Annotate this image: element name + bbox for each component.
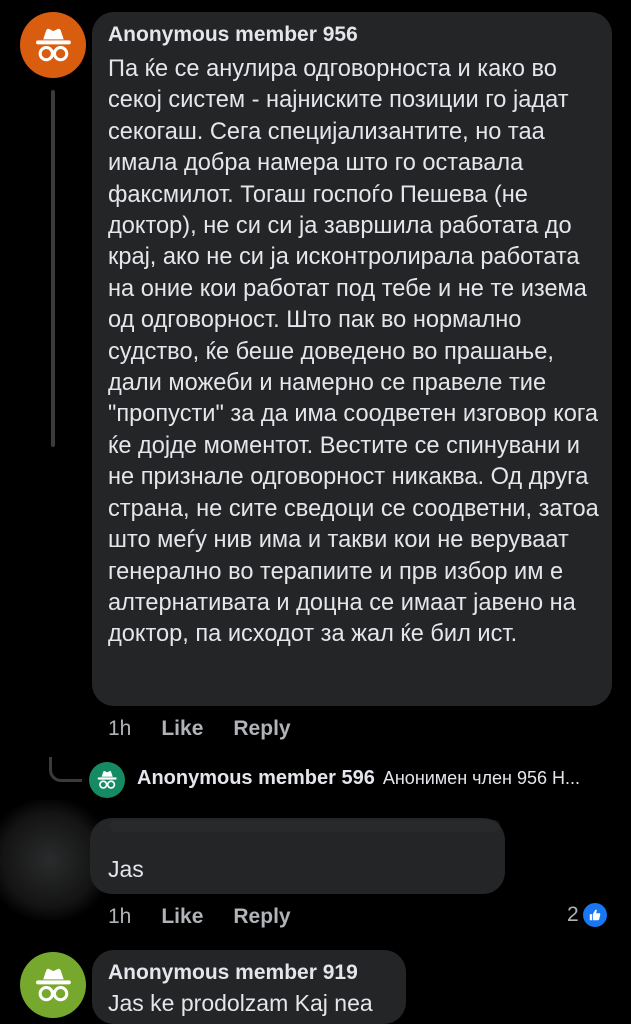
reply-time[interactable]: 1h: [108, 905, 131, 929]
reaction-summary[interactable]: 2: [567, 903, 607, 927]
reply-preview[interactable]: Anonymous member 596 Анонимен член 956 Н…: [137, 767, 580, 790]
reply-preview-author[interactable]: Anonymous member 596: [137, 767, 375, 790]
reply-connector: [49, 757, 82, 782]
blurred-author: [110, 820, 500, 832]
reply-actions: 1h Like Reply: [108, 905, 321, 929]
thumbs-up-icon: [582, 903, 607, 927]
anonymous-spy-icon: [97, 770, 117, 789]
comment-actions: 1h Like Reply: [108, 717, 321, 741]
like-button[interactable]: Like: [161, 717, 203, 741]
reply-like-button[interactable]: Like: [161, 905, 203, 929]
next-avatar[interactable]: [20, 952, 86, 1018]
thread-line: [51, 90, 55, 447]
comment-author[interactable]: Anonymous member 956: [108, 23, 358, 47]
comment-text: Па ќе се анулира одговорноста и како во …: [108, 56, 599, 648]
reply-text: Jas: [108, 856, 144, 882]
anonymous-spy-icon: [35, 28, 71, 61]
next-comment-author[interactable]: Anonymous member 919: [108, 961, 358, 985]
comment-time[interactable]: 1h: [108, 717, 131, 741]
reply-reply-button[interactable]: Reply: [233, 905, 290, 929]
reply-button[interactable]: Reply: [233, 717, 290, 741]
avatar[interactable]: [20, 12, 86, 78]
anonymous-spy-icon: [35, 968, 71, 1001]
reply-preview-snippet: Анонимен член 956 Н...: [382, 768, 581, 788]
next-comment-text: Jas ke prodolzam Kaj nea: [108, 990, 373, 1016]
reaction-count: 2: [567, 903, 579, 926]
reply-avatar[interactable]: [89, 762, 125, 798]
comment-bubble: Anonymous member 956 Па ќе се анулира од…: [92, 12, 612, 706]
next-comment-bubble: Anonymous member 919 Jas ke prodolzam Ka…: [92, 950, 406, 1024]
